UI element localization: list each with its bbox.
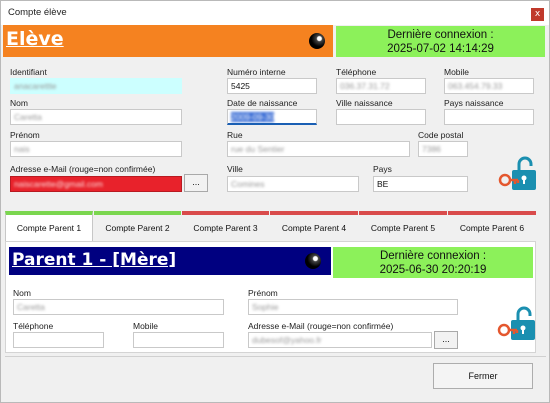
tab-compte-parent-6[interactable]: Compte Parent 6 (448, 211, 536, 241)
parent-last-connection-date: 2025-06-30 20:20:19 (379, 264, 487, 276)
code-postal-value: 7386 (422, 144, 441, 154)
nom-label: Nom (10, 98, 28, 108)
close-button[interactable]: Fermer (433, 363, 533, 389)
prenom-value: nais (14, 144, 30, 154)
numero-interne-field[interactable]: 5425 (227, 78, 317, 94)
identifiant-field[interactable]: anacarettte (10, 78, 182, 94)
telephone-value: 036.37.31.72 (340, 81, 390, 91)
mobile-field[interactable]: 063.454.79.33 (444, 78, 534, 94)
tab-compte-parent-5[interactable]: Compte Parent 5 (359, 211, 447, 241)
parent-telephone-field[interactable] (13, 332, 104, 348)
student-last-connection: Dernière connexion : 2025-07-02 14:14:29 (336, 26, 545, 57)
title-bar: Compte élève x (1, 1, 549, 25)
footer-divider (5, 356, 546, 357)
nom-value: Caretta (14, 112, 42, 122)
pays-label: Pays (373, 164, 392, 174)
student-banner-title: Elève (6, 28, 64, 50)
nom-field[interactable]: Caretta (10, 109, 182, 125)
date-naissance-field[interactable]: 2009-09-30 (227, 109, 317, 125)
parent-prenom-label: Prénom (248, 288, 278, 298)
parent-nom-label: Nom (13, 288, 31, 298)
window-title: Compte élève (8, 7, 67, 18)
ville-field[interactable]: Comines (227, 176, 359, 192)
rue-value: rue du Sentier (231, 144, 285, 154)
email-field[interactable]: naiscarette@gmail.com (10, 176, 182, 192)
ville-naissance-label: Ville naissance (336, 98, 393, 108)
prenom-field[interactable]: nais (10, 141, 182, 157)
date-naissance-value: 2009-09-30 (231, 112, 275, 122)
tab-compte-parent-2[interactable]: Compte Parent 2 (94, 211, 181, 241)
pays-field[interactable]: BE (373, 176, 468, 192)
parent-nom-value: Caretta (17, 302, 45, 312)
parent-last-connection-label: Dernière connexion : (379, 250, 487, 262)
pays-naissance-field[interactable] (444, 109, 534, 125)
email-value: naiscarette@gmail.com (14, 179, 103, 189)
identifiant-label: Identifiant (10, 67, 47, 77)
code-postal-field[interactable]: 7386 (418, 141, 468, 157)
parent-telephone-label: Téléphone (13, 321, 54, 331)
rue-label: Rue (227, 130, 243, 140)
close-window-button[interactable]: x (531, 8, 544, 21)
parent-prenom-field[interactable]: Sophie (248, 299, 458, 315)
parent-tabs: Compte Parent 1 Compte Parent 2 Compte P… (5, 211, 536, 241)
parent-email-label: Adresse e-Mail (rouge=non confirmée) (248, 321, 394, 331)
mobile-value: 063.454.79.33 (448, 81, 503, 91)
lock-open-key-icon[interactable] (497, 306, 537, 342)
parent-email-options-button[interactable]: ... (434, 331, 458, 349)
status-ball-icon (309, 33, 325, 49)
email-label: Adresse e-Mail (rouge=non confirmée) (10, 164, 156, 174)
code-postal-label: Code postal (418, 130, 464, 140)
tab-compte-parent-4[interactable]: Compte Parent 4 (270, 211, 358, 241)
student-last-connection-label: Dernière connexion : (387, 29, 494, 41)
date-naissance-label: Date de naissance (227, 98, 298, 108)
parent-email-field[interactable]: dubesof@yahoo.fr (248, 332, 432, 348)
student-banner: Elève (3, 25, 333, 57)
numero-interne-label: Numéro interne (227, 67, 286, 77)
account-window: Compte élève x Elève Dernière connexion … (0, 0, 550, 403)
parent-banner-title: Parent 1 - [Mère] (12, 250, 177, 270)
mobile-label: Mobile (444, 67, 470, 77)
parent-email-value: dubesof@yahoo.fr (252, 335, 322, 345)
email-options-button[interactable]: ... (184, 174, 208, 192)
ville-naissance-field[interactable] (336, 109, 426, 125)
tab-compte-parent-3[interactable]: Compte Parent 3 (182, 211, 269, 241)
tab-compte-parent-1[interactable]: Compte Parent 1 (5, 211, 93, 241)
parent-mobile-label: Mobile (133, 321, 159, 331)
parent-banner: Parent 1 - [Mère] (9, 247, 331, 275)
prenom-label: Prénom (10, 130, 40, 140)
parent-last-connection: Dernière connexion : 2025-06-30 20:20:19 (333, 247, 533, 278)
identifiant-value: anacarettte (14, 81, 57, 91)
parent-nom-field[interactable]: Caretta (13, 299, 224, 315)
parent-prenom-value: Sophie (252, 302, 279, 312)
parent-status-ball-icon (305, 253, 321, 269)
rue-field[interactable]: rue du Sentier (227, 141, 410, 157)
student-last-connection-date: 2025-07-02 14:14:29 (387, 43, 494, 55)
pays-naissance-label: Pays naissance (444, 98, 504, 108)
parent-mobile-field[interactable] (133, 332, 224, 348)
lock-open-key-icon[interactable] (498, 156, 538, 192)
ville-label: Ville (227, 164, 243, 174)
ville-value: Comines (231, 179, 265, 189)
telephone-field[interactable]: 036.37.31.72 (336, 78, 426, 94)
parent-panel: Parent 1 - [Mère] Dernière connexion : 2… (5, 241, 536, 353)
telephone-label: Téléphone (336, 67, 377, 77)
